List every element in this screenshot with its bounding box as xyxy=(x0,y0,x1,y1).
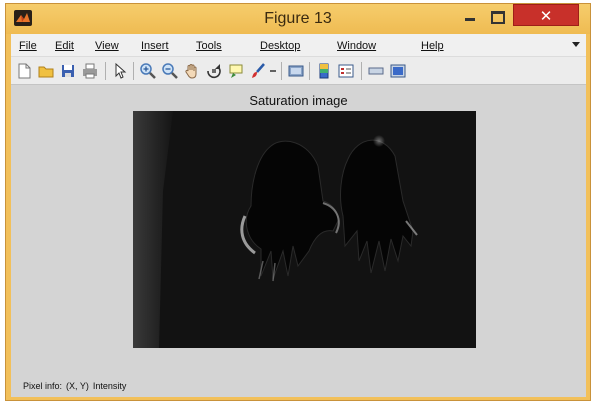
saturation-image[interactable] xyxy=(133,111,476,348)
menu-desktop[interactable]: Desktop xyxy=(260,40,300,52)
menu-edit[interactable]: Edit xyxy=(55,40,74,52)
menu-bar: File Edit View Insert Tools Desktop Wind… xyxy=(11,34,586,57)
pixel-info-status: Pixel info: (X, Y) Intensity xyxy=(23,381,130,391)
title-bar[interactable]: Figure 13 xyxy=(6,4,590,34)
toolbar-separator xyxy=(361,62,362,80)
menu-overflow-arrow-icon[interactable] xyxy=(572,42,580,47)
minimize-button[interactable] xyxy=(459,6,481,28)
edit-plot-arrow-icon[interactable] xyxy=(111,62,129,80)
pan-hand-icon[interactable] xyxy=(183,62,201,80)
print-icon[interactable] xyxy=(81,62,99,80)
toolbar-separator xyxy=(133,62,134,80)
toolbar-separator xyxy=(105,62,106,80)
figure-window: Figure 13 File Edit View Insert Tools De… xyxy=(5,3,591,401)
rotate-3d-icon[interactable] xyxy=(205,62,223,80)
menu-tools[interactable]: Tools xyxy=(196,40,222,52)
figure-client-area: File Edit View Insert Tools Desktop Wind… xyxy=(11,34,586,397)
menu-view[interactable]: View xyxy=(95,40,119,52)
maximize-button[interactable] xyxy=(486,6,508,28)
menu-help[interactable]: Help xyxy=(421,40,444,52)
save-icon[interactable] xyxy=(59,62,77,80)
show-plot-tools-icon[interactable] xyxy=(389,62,407,80)
pixel-info-coords: (X, Y) xyxy=(66,381,89,391)
pixel-info-label: Pixel info: xyxy=(23,381,63,391)
data-cursor-icon[interactable] xyxy=(227,62,245,80)
axes-title: Saturation image xyxy=(249,93,348,108)
new-figure-icon[interactable] xyxy=(15,62,33,80)
insert-colorbar-icon[interactable] xyxy=(315,62,333,80)
figure-toolbar xyxy=(11,57,586,85)
toolbar-separator xyxy=(309,62,310,80)
brush-dropdown-icon[interactable] xyxy=(269,62,277,80)
reflection-spot xyxy=(373,135,385,147)
pixel-info-value: Intensity xyxy=(92,381,127,391)
toolbar-separator xyxy=(281,62,282,80)
menu-file[interactable]: File xyxy=(19,40,37,52)
open-file-icon[interactable] xyxy=(37,62,55,80)
zoom-in-icon[interactable] xyxy=(139,62,157,80)
zoom-out-icon[interactable] xyxy=(161,62,179,80)
close-button[interactable] xyxy=(513,4,579,26)
insert-legend-icon[interactable] xyxy=(337,62,355,80)
brush-icon[interactable] xyxy=(249,62,267,80)
hide-plot-tools-icon[interactable] xyxy=(367,62,385,80)
menu-insert[interactable]: Insert xyxy=(141,40,169,52)
menu-window[interactable]: Window xyxy=(337,40,376,52)
link-plot-icon[interactable] xyxy=(287,62,305,80)
